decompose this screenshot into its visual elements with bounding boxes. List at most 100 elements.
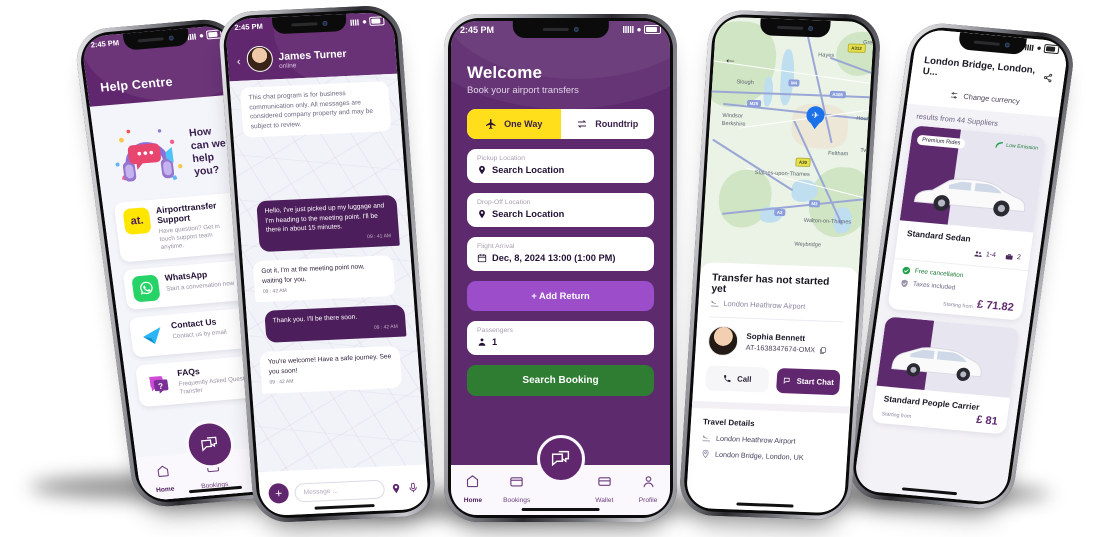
message-text: You're welcome! Have a safe journey. See… — [267, 353, 392, 376]
map-pin-airport-icon: ✈ — [805, 105, 826, 131]
travel-detail-text: London Bridge, London, UK — [714, 449, 804, 462]
booking-reference-row: AT-1638347674-OMX — [745, 343, 827, 355]
eco-badge-label: Low Emission — [1005, 142, 1039, 152]
price-value: £ 81 — [975, 413, 999, 428]
help-card-whatsapp[interactable]: WhatsApp Start a conversation now — [122, 259, 255, 311]
flight-arrival-field[interactable]: Flight Arrival Dec, 8, 2024 13:00 (1:00 … — [467, 237, 654, 271]
result-card[interactable]: Standard People Carrier Starting from £ … — [871, 316, 1020, 435]
search-booking-button[interactable]: Search Booking — [467, 365, 654, 396]
add-attachment-button[interactable]: + — [267, 482, 290, 504]
tab-label: One Way — [504, 119, 543, 129]
map-water — [779, 49, 796, 106]
driver-row: Sophia Bennett AT-1638347674-OMX — [707, 325, 843, 360]
avatar — [245, 45, 274, 73]
signal-icon — [350, 18, 360, 26]
phone-results: 2:45 PM ● London Bridge, London, U... Ch… — [844, 20, 1078, 512]
shield-check-icon — [901, 279, 908, 288]
eco-badge: Low Emission — [993, 140, 1038, 154]
chat-message-outgoing: Thank you. I'll be there soon. 09 : 42 A… — [263, 304, 407, 344]
back-button[interactable]: ← — [723, 51, 737, 66]
field-value: Search Location — [492, 165, 565, 175]
sidebar-item-home[interactable]: Home — [137, 462, 190, 495]
message-input[interactable]: Message ... — [293, 479, 386, 503]
back-button[interactable]: ‹ — [237, 56, 242, 73]
share-icon[interactable] — [1043, 71, 1054, 83]
bag-capacity: 2 — [1004, 252, 1021, 262]
status-indicators: ● — [1024, 42, 1060, 54]
booking-reference: AT-1638347674-OMX — [745, 342, 816, 355]
sidebar-item-profile[interactable]: Profile — [626, 474, 670, 504]
vehicle-image: Premium Rides Low Emission — [899, 125, 1047, 233]
speaker-icon — [776, 25, 803, 30]
results-view: London Bridge, London, U... Change curre… — [852, 28, 1070, 504]
camera-icon — [168, 35, 175, 41]
chat-fab-button[interactable] — [536, 435, 585, 483]
check-circle-icon — [902, 266, 911, 275]
price-value: £ 71.82 — [976, 298, 1015, 314]
change-currency-button[interactable]: Change currency — [919, 88, 1050, 109]
swap-arrows-icon — [578, 120, 587, 128]
tab-label: Home — [463, 497, 483, 504]
status-location-row: London Heathrow Airport — [710, 298, 845, 312]
passengers-field[interactable]: Passengers 1 — [467, 321, 654, 355]
trip-type-segmented-control: One Way Roundtrip — [467, 109, 654, 139]
wifi-icon: ● — [636, 24, 642, 34]
passenger-count: 1-4 — [985, 251, 997, 260]
sidebar-item-bookings[interactable]: Bookings — [495, 474, 539, 504]
map-shield: M3 — [808, 200, 821, 208]
sidebar-item-home[interactable]: Home — [451, 474, 495, 504]
chat-bubbles-icon — [200, 436, 218, 452]
airplane-landing-icon — [711, 300, 719, 307]
perk-label: Taxes included — [912, 280, 956, 292]
tab-one-way[interactable]: One Way — [467, 109, 561, 139]
status-time: 2:45 PM — [234, 21, 264, 33]
call-label: Call — [736, 374, 752, 384]
chat-message-incoming: You're welcome! Have a safe journey. See… — [259, 345, 403, 394]
chat-icon — [783, 377, 790, 384]
chat-thread[interactable]: This chat program is for business commun… — [229, 73, 426, 473]
location-pin-icon[interactable] — [390, 482, 402, 493]
map-view[interactable]: Hayes Slough Windsor Berkshire Hounslow … — [700, 16, 875, 274]
battery-icon — [644, 24, 661, 35]
message-time: 09 : 42 AM — [269, 378, 294, 386]
booking-content: Welcome Book your airport transfers One … — [451, 21, 670, 396]
dropoff-location-field[interactable]: Drop-Off Location Search Location — [467, 193, 654, 227]
screen-results: 2:45 PM ● London Bridge, London, U... Ch… — [852, 28, 1070, 504]
route-title-row: London Bridge, London, U... — [922, 55, 1055, 89]
camera-icon — [322, 20, 328, 27]
telegram-send-icon — [138, 322, 167, 350]
phone-booking: 2:45 PM ● Welcome Book your airport tran… — [444, 14, 677, 522]
person-icon — [478, 338, 486, 346]
notch — [512, 21, 609, 38]
map-shield: A312 — [847, 43, 866, 54]
microphone-icon[interactable] — [407, 482, 419, 493]
travel-detail-row: London Bridge, London, UK — [701, 449, 836, 463]
copy-icon[interactable] — [819, 346, 827, 354]
status-location: London Heathrow Airport — [723, 298, 806, 311]
route-title: London Bridge, London, U... — [921, 55, 1037, 79]
sidebar-item-wallet[interactable]: Wallet — [582, 474, 626, 504]
screen-tracking: Hayes Slough Windsor Berkshire Hounslow … — [685, 16, 875, 514]
notch — [271, 13, 347, 35]
start-chat-button[interactable]: Start Chat — [775, 367, 841, 396]
call-button[interactable]: Call — [704, 365, 770, 393]
tab-label: Profile — [638, 497, 658, 504]
divider — [709, 316, 844, 323]
calendar-icon — [477, 254, 487, 263]
page-title: Welcome — [467, 63, 543, 82]
field-label: Flight Arrival — [477, 243, 515, 250]
add-return-button[interactable]: + Add Return — [467, 281, 654, 311]
field-value: Search Location — [492, 209, 565, 219]
pickup-location-field[interactable]: Pickup Location Search Location — [467, 149, 654, 183]
result-card[interactable]: Premium Rides Low Emission Standard Seda… — [887, 125, 1047, 321]
help-card-support[interactable]: at. Airporttransfer Support Have questio… — [113, 192, 249, 263]
camera-icon — [1004, 42, 1011, 48]
status-indicators: ● — [187, 29, 222, 41]
tab-roundtrip[interactable]: Roundtrip — [561, 109, 655, 139]
driver-name: Sophia Bennett — [746, 331, 806, 343]
driver-actions: Call Start Chat — [704, 365, 841, 396]
headphones-illustration-icon — [104, 121, 190, 193]
wifi-icon: ● — [1036, 42, 1043, 53]
field-value-row: Dec, 8, 2024 13:00 (1:00 PM) — [477, 253, 644, 263]
battery-icon — [1043, 44, 1060, 54]
